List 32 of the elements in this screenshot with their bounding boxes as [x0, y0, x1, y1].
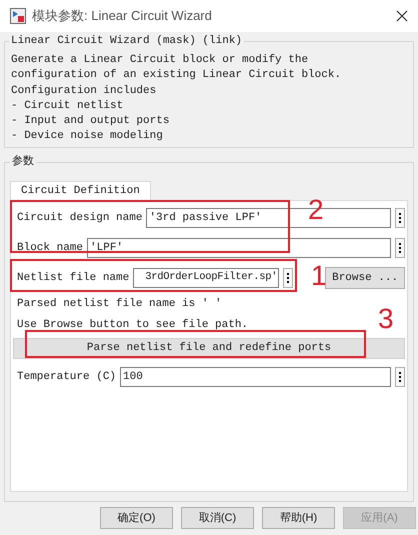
tab[interactable]: Circuit Definition [10, 180, 151, 200]
dialog-button[interactable]: 确定(O) [100, 506, 173, 529]
description-line: - Circuit netlist [11, 98, 124, 114]
dialog-button[interactable]: 取消(C) [181, 506, 254, 529]
description-line: Configuration includes [11, 84, 158, 99]
description-line: - Input and output ports [11, 114, 170, 130]
info-text: Parsed netlist file name is ' ' [17, 296, 222, 312]
browse-button[interactable]: Browse ... [325, 266, 405, 289]
description-line: - Device noise modeling [11, 129, 164, 144]
field-menu-button[interactable] [395, 208, 405, 228]
parse-button[interactable]: Parse netlist file and redefine ports [13, 338, 405, 359]
field-menu-button[interactable] [283, 268, 294, 288]
field-menu-button[interactable] [395, 238, 405, 258]
block-icon [10, 8, 26, 24]
info-text: Use Browse button to see file path. [17, 318, 248, 333]
field-label: Circuit design name [16, 210, 142, 226]
group-title: 参数 [10, 154, 36, 169]
window-title: 模块参数: Linear Circuit Wizard [32, 7, 213, 26]
text-field[interactable]: 100 [120, 366, 391, 387]
field-label: Temperature (C) [16, 370, 116, 385]
description-line: configuration of an existing Linear Circuit block. [11, 68, 342, 84]
annotation-number: 1 [311, 260, 327, 292]
text-field[interactable]: 3rdOrderLoopFilter.sp' [133, 268, 280, 288]
group-title: Linear Circuit Wizard (mask) (link) [9, 34, 244, 48]
field-label: Block name [16, 240, 84, 256]
close-icon[interactable] [396, 10, 408, 22]
annotation-number: 3 [378, 303, 394, 335]
dialog-button[interactable]: 帮助(H) [262, 506, 335, 529]
text-field[interactable]: 'LPF' [87, 238, 391, 258]
field-menu-button[interactable] [395, 366, 405, 387]
description-line: Generate a Linear Circuit block or modify the [11, 53, 310, 68]
field-label: Netlist file name [16, 270, 130, 286]
